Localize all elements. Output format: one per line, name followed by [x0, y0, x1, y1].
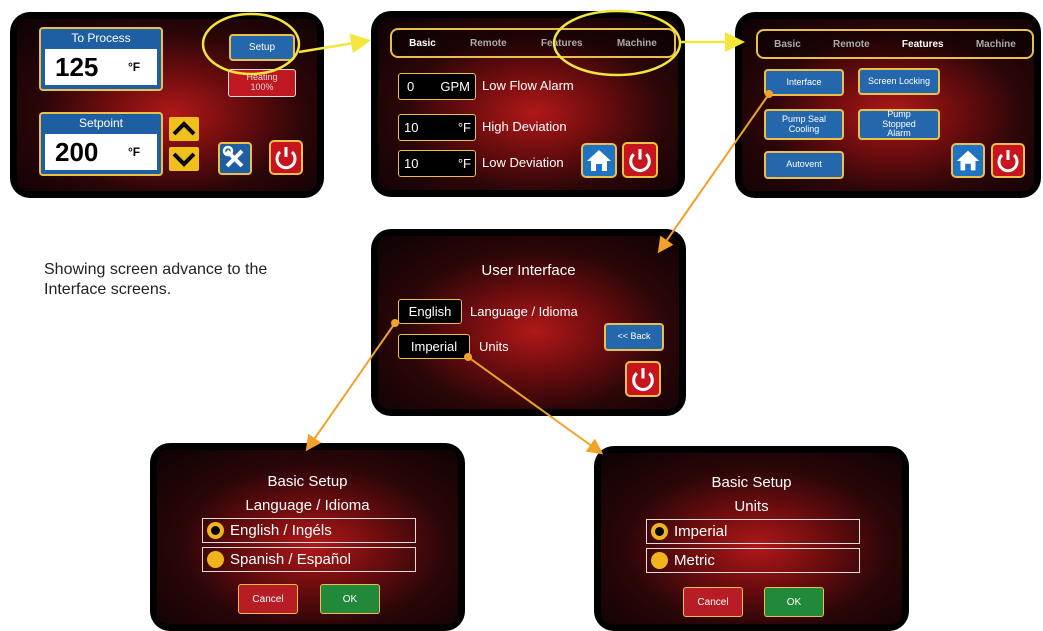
- low-deviation-label: Low Deviation: [482, 155, 564, 170]
- setpoint-down-button[interactable]: [169, 147, 199, 171]
- screen-setup-basic: Basic Remote Features Machine 0 GPM Low …: [371, 11, 685, 197]
- home-button[interactable]: [581, 143, 617, 178]
- high-deviation-value: 10: [404, 120, 419, 135]
- page-title: Basic Setup: [711, 474, 792, 491]
- setup-button[interactable]: Setup: [229, 34, 295, 61]
- low-flow-value: 0: [407, 79, 415, 94]
- option-label: Imperial: [674, 523, 728, 540]
- home-button[interactable]: [951, 143, 985, 178]
- tab-machine[interactable]: Machine: [976, 39, 1016, 50]
- low-deviation-unit: °F: [457, 156, 471, 171]
- low-deviation-field[interactable]: 10 °F: [398, 150, 476, 177]
- radio-selected-icon: [207, 522, 224, 539]
- pump-stopped-alarm-button[interactable]: Pump Stopped Alarm: [858, 109, 940, 140]
- power-button[interactable]: [269, 140, 303, 175]
- interface-button[interactable]: Interface: [764, 69, 844, 96]
- page-subtitle: Language / Idioma: [245, 497, 370, 514]
- screen-user-interface-display: User Interface English Language / Idioma…: [378, 236, 679, 409]
- screen-locking-button[interactable]: Screen Locking: [858, 68, 940, 95]
- to-process-label: To Process: [71, 31, 131, 45]
- ok-button[interactable]: OK: [764, 587, 824, 617]
- power-icon: [629, 149, 651, 173]
- units-button[interactable]: Imperial: [398, 334, 470, 359]
- power-button[interactable]: [991, 143, 1025, 178]
- heating-indicator: Heating 100%: [228, 69, 296, 97]
- option-spanish[interactable]: Spanish / Español: [202, 547, 416, 572]
- option-label: Metric: [674, 552, 715, 569]
- tab-machine[interactable]: Machine: [617, 38, 657, 49]
- language-button[interactable]: English: [398, 299, 462, 324]
- option-label: English / Ingéls: [230, 522, 332, 539]
- low-flow-label: Low Flow Alarm: [482, 78, 574, 93]
- option-imperial[interactable]: Imperial: [646, 519, 860, 544]
- ok-button[interactable]: OK: [320, 584, 380, 614]
- home-icon: [956, 150, 980, 171]
- screen-main-display: To Process 125 °F Setup Heating 100% Set…: [17, 19, 317, 191]
- page-title: Basic Setup: [267, 473, 348, 490]
- tools-button[interactable]: [218, 142, 252, 175]
- chevron-down-icon: [172, 152, 196, 167]
- tab-remote[interactable]: Remote: [833, 39, 870, 50]
- screen-basic-setup-language: Basic Setup Language / Idioma English / …: [150, 443, 465, 631]
- screen-main: To Process 125 °F Setup Heating 100% Set…: [10, 12, 324, 198]
- setpoint-unit: °F: [128, 145, 141, 159]
- screen-basic-setup-units-display: Basic Setup Units Imperial Metric Cancel…: [601, 453, 902, 624]
- option-english[interactable]: English / Ingéls: [202, 518, 416, 543]
- to-process-readout: 125 °F: [45, 49, 157, 85]
- power-icon: [997, 150, 1019, 173]
- power-button[interactable]: [622, 142, 658, 178]
- tab-basic[interactable]: Basic: [409, 38, 436, 49]
- tools-icon: [222, 145, 244, 168]
- option-label: Spanish / Español: [230, 551, 351, 568]
- option-metric[interactable]: Metric: [646, 548, 860, 573]
- heating-percent: 100%: [250, 82, 274, 93]
- page-title: User Interface: [481, 262, 576, 279]
- heating-label: Heating: [246, 72, 278, 82]
- tab-bar: Basic Remote Features Machine: [756, 29, 1034, 59]
- screen-user-interface: User Interface English Language / Idioma…: [371, 229, 686, 416]
- screen-setup-basic-display: Basic Remote Features Machine 0 GPM Low …: [378, 18, 678, 190]
- caption: Showing screen advance to the Interface …: [44, 261, 268, 298]
- power-icon: [632, 368, 654, 392]
- setpoint-readout[interactable]: 200 °F: [45, 134, 157, 170]
- low-deviation-value: 10: [404, 156, 419, 171]
- to-process-value: 125: [55, 52, 99, 82]
- high-deviation-field[interactable]: 10 °F: [398, 114, 476, 141]
- setpoint-label: Setpoint: [78, 116, 124, 130]
- high-deviation-unit: °F: [457, 120, 471, 135]
- chevron-up-icon: [172, 121, 196, 136]
- tab-basic[interactable]: Basic: [774, 39, 801, 50]
- diagram-stage: To Process 125 °F Setup Heating 100% Set…: [0, 0, 1043, 631]
- screen-basic-setup-language-display: Basic Setup Language / Idioma English / …: [157, 450, 458, 624]
- low-flow-unit: GPM: [440, 79, 470, 94]
- to-process-unit: °F: [128, 60, 141, 74]
- tab-features[interactable]: Features: [902, 39, 944, 50]
- radio-selected-icon: [651, 523, 668, 540]
- tab-remote[interactable]: Remote: [470, 38, 507, 49]
- cancel-button[interactable]: Cancel: [683, 587, 743, 617]
- power-icon: [275, 147, 297, 170]
- back-button[interactable]: << Back: [604, 323, 664, 351]
- power-button[interactable]: [625, 361, 661, 397]
- pump-seal-cooling-button[interactable]: Pump Seal Cooling: [764, 109, 844, 140]
- tab-features[interactable]: Features: [541, 38, 583, 49]
- screen-setup-features-display: Basic Remote Features Machine Interface …: [742, 19, 1034, 191]
- home-icon: [587, 150, 611, 171]
- setpoint-value: 200: [55, 137, 99, 167]
- setpoint-up-button[interactable]: [169, 117, 199, 141]
- high-deviation-label: High Deviation: [482, 119, 567, 134]
- page-subtitle: Units: [734, 498, 769, 515]
- low-flow-field[interactable]: 0 GPM: [398, 73, 476, 100]
- units-label: Units: [479, 339, 509, 354]
- language-label: Language / Idioma: [470, 304, 578, 319]
- screen-basic-setup-units: Basic Setup Units Imperial Metric Cancel…: [594, 446, 909, 631]
- setpoint-panel: Setpoint 200 °F: [39, 112, 163, 176]
- radio-unselected-icon: [651, 552, 668, 569]
- autovent-button[interactable]: Autovent: [764, 151, 844, 179]
- screen-setup-features: Basic Remote Features Machine Interface …: [735, 12, 1041, 198]
- radio-unselected-icon: [207, 551, 224, 568]
- cancel-button[interactable]: Cancel: [238, 584, 298, 614]
- to-process-panel: To Process 125 °F: [39, 27, 163, 91]
- tab-bar: Basic Remote Features Machine: [390, 28, 676, 58]
